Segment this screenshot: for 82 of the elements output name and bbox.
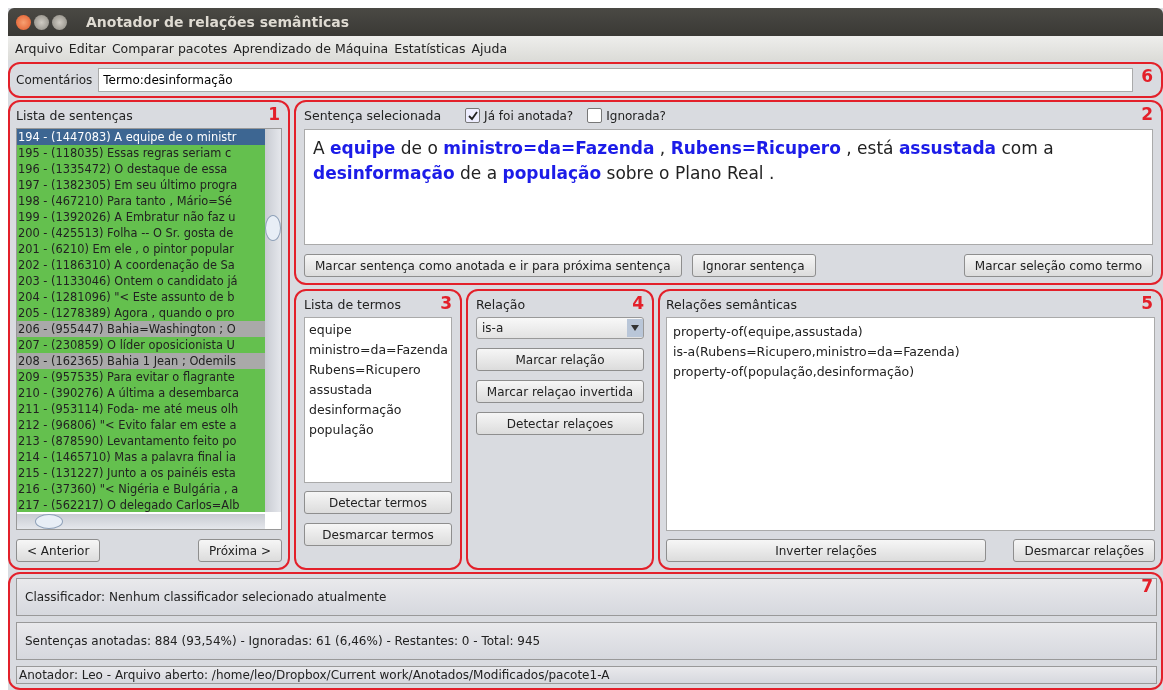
unmark-button[interactable]: Desmarcar relações	[1013, 539, 1155, 562]
comments-field[interactable]: Termo:desinformação	[98, 68, 1133, 92]
sentence-item[interactable]: 209 - (957535) Para evitar o flagrante	[17, 369, 265, 385]
sentence-item[interactable]: 216 - (37360) "< Nigéria e Bulgária , a	[17, 481, 265, 497]
sentence-item[interactable]: 195 - (118035) Essas regras seriam c	[17, 145, 265, 161]
sentence-item[interactable]: 211 - (953114) Foda- me até meus olh	[17, 401, 265, 417]
file-text: Anotador: Leo - Arquivo aberto: /home/leo/Dropbox/Current work/Anotados/Modificados/pacote1-A	[19, 668, 610, 682]
term-item[interactable]: desinformação	[309, 400, 447, 420]
callout-number: 6	[1141, 66, 1153, 86]
relation-button[interactable]: Marcar relaçao invertida	[476, 380, 644, 403]
term-item[interactable]: população	[309, 420, 447, 440]
sentence-item[interactable]: 199 - (1392026) A Embratur não faz u	[17, 209, 265, 225]
menu-item[interactable]: Editar	[65, 40, 109, 56]
counts-text: Sentenças anotadas: 884 (93,54%) - Ignoradas: 61 (6,46%) - Restantes: 0 - Total: 945	[25, 634, 541, 648]
relation-item[interactable]: property-of(população,desinformação)	[673, 362, 1148, 382]
checkbox[interactable]	[587, 108, 603, 123]
comments-label: Comentários	[16, 73, 93, 87]
relation-item[interactable]: property-of(equipe,assustada)	[673, 322, 1148, 342]
sentence-item[interactable]: 208 - (162365) Bahia 1 Jean ; Odemils	[17, 353, 265, 369]
checkbox[interactable]	[465, 108, 481, 123]
invert-button[interactable]: Inverter relações	[666, 539, 986, 562]
close-icon[interactable]	[16, 14, 31, 30]
caret-icon	[631, 325, 639, 331]
callout-number: 2	[1141, 104, 1153, 124]
panel-title: Lista de sentenças	[16, 108, 133, 123]
sentence-item[interactable]: 214 - (1465710) Mas a palavra final ia	[17, 449, 265, 465]
panel-title: Sentença selecionada	[304, 108, 442, 123]
minimize-icon[interactable]	[34, 14, 49, 30]
sentence-item[interactable]: 203 - (1133046) Ontem o candidato já	[17, 273, 265, 289]
sentence-item[interactable]: 207 - (230859) O líder oposicionista U	[17, 337, 265, 353]
relation-item[interactable]: is-a(Rubens=Ricupero,ministro=da=Fazenda)	[673, 342, 1148, 362]
callout-number: 3	[440, 293, 452, 313]
panel-title: Relação	[476, 297, 526, 312]
sentence-item[interactable]: 217 - (562217) O delegado Carlos=Alb	[17, 497, 265, 512]
term-item[interactable]: assustada	[309, 380, 447, 400]
menu-item[interactable]: Ajuda	[468, 40, 511, 56]
sentence-item[interactable]: 194 - (1447083) A equipe de o ministr	[17, 129, 265, 145]
callout-number: 4	[632, 293, 644, 313]
sentence-item[interactable]: 210 - (390276) A última a desembarca	[17, 385, 265, 401]
sentence-text-area[interactable]: A equipe de o ministro=da=Fazenda , Rubens=Ricupero , está assustada com a desinformação de a população sobre o Plano Real .	[304, 129, 1153, 245]
horizontal-scrollbar[interactable]	[17, 514, 265, 529]
callout-number: 5	[1141, 293, 1153, 313]
sentence-item[interactable]: 204 - (1281096) "< Este assunto de b	[17, 289, 265, 305]
relation-button[interactable]: Marcar relação	[476, 348, 644, 371]
sentence-item[interactable]: 212 - (96806) "< Evito falar em este a	[17, 417, 265, 433]
relation-dropdown[interactable]: is-a	[476, 317, 644, 339]
sentence-item[interactable]: 206 - (955447) Bahia=Washington ; O	[17, 321, 265, 337]
sentence-text: A equipe de o ministro=da=Fazenda , Rubens=Ricupero , está assustada com a desinformação de a população sobre o Plano Real .	[313, 137, 1055, 185]
mark-annotated-button[interactable]: Marcar sentença como anotada e ir para próxima sentença	[304, 254, 682, 277]
menu-item[interactable]: Arquivo	[12, 40, 66, 56]
menu-item[interactable]: Aprendizado de Máquina	[230, 40, 392, 56]
maximize-icon[interactable]	[52, 14, 67, 30]
vertical-scrollbar[interactable]	[265, 129, 281, 512]
nav-button[interactable]: < Anterior	[16, 539, 101, 562]
callout-number: 7	[1141, 576, 1153, 596]
sentence-item[interactable]: 200 - (425513) Folha -- O Sr. gosta de	[17, 225, 265, 241]
ignore-button[interactable]: Ignorar sentença	[691, 254, 816, 277]
sentence-item[interactable]: 202 - (1186310) A coordenação de Sa	[17, 257, 265, 273]
terms-button[interactable]: Desmarcar termos	[304, 523, 452, 546]
sentence-item[interactable]: 196 - (1335472) O destaque de essa	[17, 161, 265, 177]
menu-item[interactable]: Comparar pacotes	[108, 40, 231, 56]
callout-number: 1	[268, 104, 280, 124]
checkbox-label: Já foi anotada?	[484, 108, 574, 123]
relation-button[interactable]: Detectar relaçoes	[476, 412, 644, 435]
sentence-item[interactable]: 197 - (1382305) Em seu último progra	[17, 177, 265, 193]
window-title: Anotador de relações semânticas	[86, 14, 350, 30]
panel-title: Relações semânticas	[666, 297, 798, 312]
menu-item[interactable]: Estatísticas	[391, 40, 469, 56]
sentence-item[interactable]: 198 - (467210) Para tanto , Mário=Sé	[17, 193, 265, 209]
panel-title: Lista de termos	[304, 297, 401, 312]
mark-term-button[interactable]: Marcar seleção como termo	[963, 254, 1153, 277]
terms-button[interactable]: Detectar termos	[304, 491, 452, 514]
checkbox-label: Ignorada?	[606, 108, 666, 123]
classifier-text: Classificador: Nenhum classificador selecionado atualmente	[25, 590, 387, 604]
term-item[interactable]: Rubens=Ricupero	[309, 360, 447, 380]
sentence-item[interactable]: 215 - (131227) Junto a os painéis esta	[17, 465, 265, 481]
nav-button[interactable]: Próxima >	[198, 539, 282, 562]
term-item[interactable]: equipe	[309, 320, 447, 340]
sentence-item[interactable]: 213 - (878590) Levantamento feito po	[17, 433, 265, 449]
term-item[interactable]: ministro=da=Fazenda	[309, 340, 447, 360]
sentence-item[interactable]: 205 - (1278389) Agora , quando o pro	[17, 305, 265, 321]
sentence-item[interactable]: 201 - (6210) Em ele , o pintor popular	[17, 241, 265, 257]
